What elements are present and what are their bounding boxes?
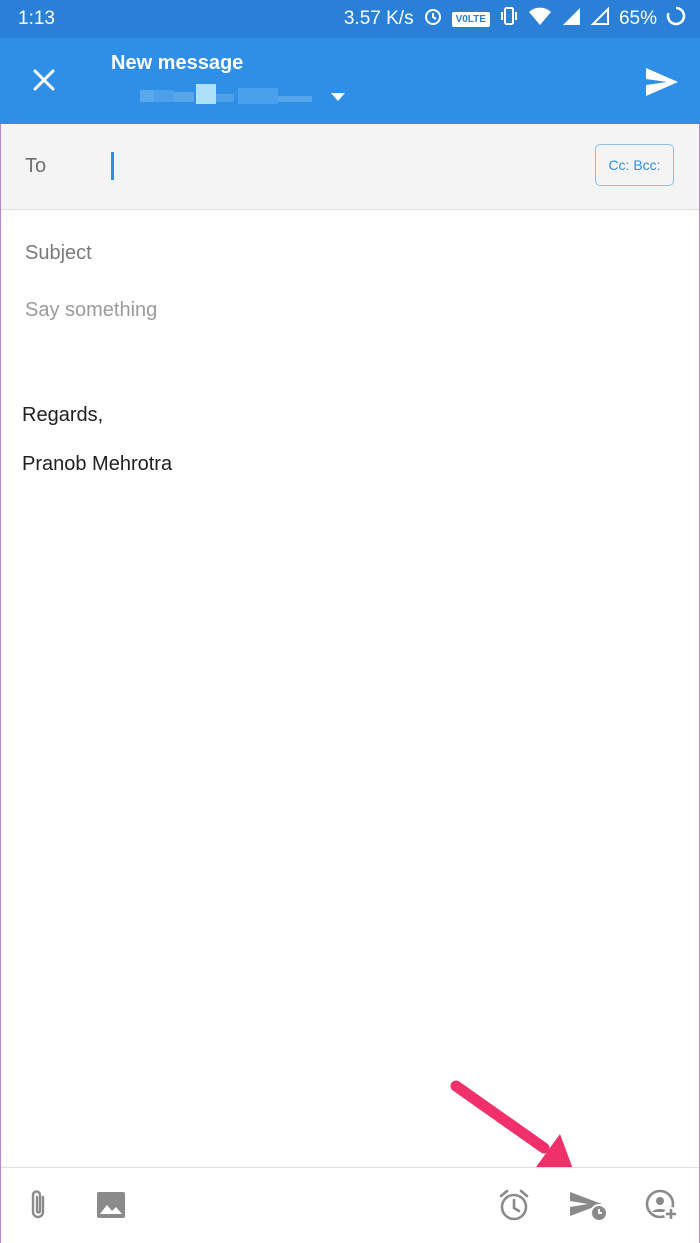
alarm-icon <box>499 1189 529 1221</box>
chevron-down-icon <box>331 93 345 101</box>
send-button[interactable] <box>640 60 684 104</box>
network-speed: 3.57 K/s <box>343 8 414 29</box>
battery-saver-icon <box>666 6 686 32</box>
app-bar: New message <box>0 38 700 124</box>
to-field[interactable] <box>109 144 573 190</box>
volte-badge: V0LTE <box>451 11 490 27</box>
cc-bcc-button[interactable]: Cc: Bcc: <box>595 144 674 186</box>
attach-button[interactable] <box>15 1182 61 1228</box>
recipient-row: To Cc: Bcc: <box>1 124 699 210</box>
status-time: 1:13 <box>18 8 55 29</box>
account-selector[interactable] <box>140 83 345 107</box>
page-title: New message <box>111 52 244 74</box>
signature-line-2: Pranob Mehrotra <box>22 453 173 475</box>
close-icon <box>33 69 55 91</box>
add-contact-icon <box>645 1189 678 1221</box>
vibrate-icon <box>499 6 519 32</box>
add-contact-button[interactable] <box>639 1182 685 1228</box>
schedule-send-button[interactable] <box>565 1182 611 1228</box>
compose-toolbar <box>1 1167 699 1243</box>
image-button[interactable] <box>88 1182 134 1228</box>
signature-line-1: Regards, <box>22 404 104 426</box>
image-icon <box>97 1192 125 1218</box>
attach-icon <box>31 1190 45 1219</box>
subject-field[interactable]: Subject <box>25 242 92 265</box>
battery-percent: 65% <box>618 8 657 29</box>
close-button[interactable] <box>22 58 66 102</box>
alarm-status-icon <box>423 6 443 32</box>
send-icon <box>646 68 678 96</box>
body-field[interactable]: Say something <box>25 299 157 322</box>
text-cursor <box>111 152 114 180</box>
signal-outline-icon <box>590 6 610 32</box>
to-label: To <box>25 155 47 177</box>
reminder-button[interactable] <box>491 1182 537 1228</box>
status-icons: 3.57 K/s V0LTE 65% <box>344 6 686 32</box>
redacted-account-pixels <box>140 84 312 104</box>
status-bar: 1:13 3.57 K/s V0LTE 65% <box>0 0 700 38</box>
wifi-icon <box>528 6 552 32</box>
signal-icon <box>561 6 581 32</box>
schedule-send-icon <box>570 1192 608 1222</box>
